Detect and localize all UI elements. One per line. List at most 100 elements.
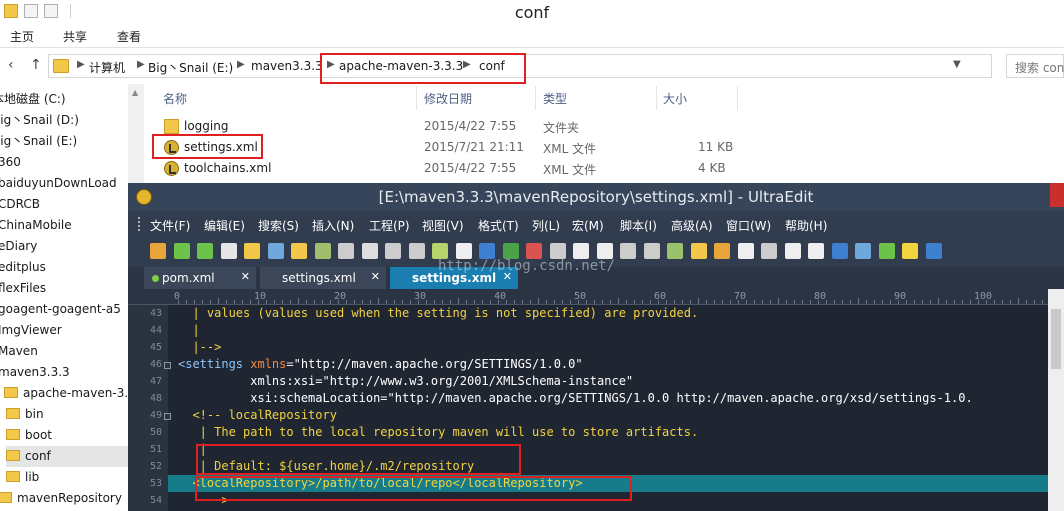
menu-item[interactable]: 搜索(S) [258,217,299,234]
add-icon[interactable] [502,243,519,259]
chevron-up-icon[interactable]: ▲ [132,88,138,97]
paste-icon[interactable] [596,243,613,259]
ribbon-tab-home[interactable]: 主页 [10,28,34,45]
search-input[interactable]: 搜索 conf [1006,54,1064,78]
chevron-down-icon[interactable]: ▼ [953,59,961,70]
menu-item[interactable]: 文件(F) [150,217,190,234]
globe-icon[interactable] [479,243,495,259]
save-icon[interactable] [267,243,284,259]
config-icon[interactable] [855,243,871,259]
menu-item[interactable]: 帮助(H) [785,217,827,234]
arrow-up-icon[interactable]: ↑ [30,57,42,73]
sidebar-item[interactable]: CDRCB [0,194,40,215]
sidebar-item[interactable]: editplus [0,257,46,278]
sidebar-item[interactable]: mavenRepository [0,488,122,509]
sidebar-item[interactable]: Big丶Snail (D:) [0,110,79,131]
forward-icon[interactable] [197,243,213,259]
sidebar-item[interactable]: 360 [0,152,21,173]
menu-item[interactable]: 窗口(W) [726,217,771,234]
new-file-icon[interactable] [150,243,166,259]
find-next-icon[interactable] [667,243,683,259]
close-icon[interactable]: ✕ [241,270,250,283]
editor-scrollbar[interactable] [1048,289,1064,511]
sidebar-item[interactable]: ImgViewer [0,320,62,341]
close-icon[interactable] [1050,183,1064,207]
menu-item[interactable]: 视图(V) [422,217,464,234]
print-icon[interactable] [338,243,354,259]
world-icon[interactable] [831,243,848,259]
menu-item[interactable]: 插入(N) [312,217,354,234]
script-icon[interactable] [714,243,730,259]
window-icon[interactable] [737,243,754,259]
column-divider[interactable] [737,86,738,110]
column-divider[interactable] [535,86,536,110]
column-divider[interactable] [656,86,657,110]
template-icon[interactable] [314,243,331,259]
cascade-icon[interactable] [784,243,801,259]
menu-item[interactable]: 脚本(I) [620,217,657,234]
tile-icon[interactable] [761,243,777,259]
menu-item[interactable]: 格式(T) [478,217,519,234]
column-header-name[interactable]: 名称 [163,90,187,107]
chevron-right-icon[interactable]: ▶ [77,59,85,70]
sidebar-item[interactable]: apache-maven-3.3.3 [4,383,147,404]
menu-item[interactable]: 宏(M) [572,217,604,234]
replace-icon[interactable] [643,243,660,259]
sidebar-item[interactable]: bin [6,404,44,425]
copy-icon[interactable] [573,243,589,259]
sidebar-item[interactable]: lib [6,467,39,488]
help-icon[interactable] [925,243,942,259]
sidebar-item[interactable]: eDiary [0,236,37,257]
column-header-size[interactable]: 大小 [663,90,687,107]
menu-item[interactable]: 列(L) [532,217,560,234]
list-icon[interactable] [385,243,401,259]
menu-item[interactable]: 编辑(E) [204,217,245,234]
ruler-icon[interactable] [432,243,448,259]
menu-item[interactable]: 高级(A) [671,217,713,234]
find-icon[interactable] [620,243,636,259]
tab-pom-xml[interactable]: pom.xml ✕ [144,267,256,289]
chevron-right-icon[interactable]: ▶ [137,59,145,70]
chevron-left-icon[interactable]: ‹ [8,57,14,73]
back-icon[interactable] [173,243,190,259]
ribbon-tab-share[interactable]: 共享 [63,28,87,45]
file-row[interactable]: toolchains.xml 2015/4/22 7:55 XML 文件 4 KB [150,158,790,179]
sidebar-item[interactable]: baiduyunDownLoad [0,173,117,194]
toolbar-grip[interactable] [138,217,141,231]
sidebar-item[interactable]: ChinaMobile [0,215,72,236]
sidebar-item[interactable]: Big丶Snail (E:) [0,131,77,152]
column-icon[interactable] [408,243,425,259]
document-icon[interactable] [220,243,237,259]
column-header-date[interactable]: 修改日期 [424,90,472,107]
scrollbar-thumb[interactable] [1051,309,1061,369]
fold-toggle-icon[interactable] [164,413,171,420]
sidebar-item[interactable]: conf [6,446,134,467]
fold-toggle-icon[interactable] [164,362,171,369]
page-icon[interactable] [455,243,472,259]
lightbulb-icon[interactable] [902,243,918,259]
sidebar-item[interactable]: goagent-goagent-a5 [0,299,121,320]
sidebar-item[interactable]: boot [6,425,52,446]
refresh-icon[interactable] [878,243,895,259]
sidebar-item[interactable]: 本地磁盘 (C:) [0,89,66,110]
breadcrumb-computer[interactable]: 计算机 [89,59,125,76]
column-divider[interactable] [416,86,417,110]
sidebar-item[interactable]: flexFiles [0,278,46,299]
menu-item[interactable]: 工程(P) [369,217,410,234]
ribbon-tab-view[interactable]: 查看 [117,28,141,45]
cut-icon[interactable] [549,243,566,259]
macro-icon[interactable] [690,243,707,259]
stop-icon[interactable] [526,243,542,259]
column-header-type[interactable]: 类型 [543,90,567,107]
breadcrumb-drive-e[interactable]: Big丶Snail (E:) [148,59,233,76]
breadcrumb-maven333[interactable]: maven3.3.3 [251,59,323,73]
tab-settings-xml[interactable]: settings.xml ✕ [260,267,386,289]
split-icon[interactable] [808,243,824,259]
open-folder-icon[interactable] [244,243,260,259]
close-icon[interactable]: ✕ [371,270,380,283]
chevron-right-icon[interactable]: ▶ [237,59,245,70]
print-preview-icon[interactable] [361,243,378,259]
folder-icon[interactable] [291,243,307,259]
sidebar-item[interactable]: maven3.3.3 [0,362,70,383]
sidebar-item[interactable]: Maven [0,341,38,362]
